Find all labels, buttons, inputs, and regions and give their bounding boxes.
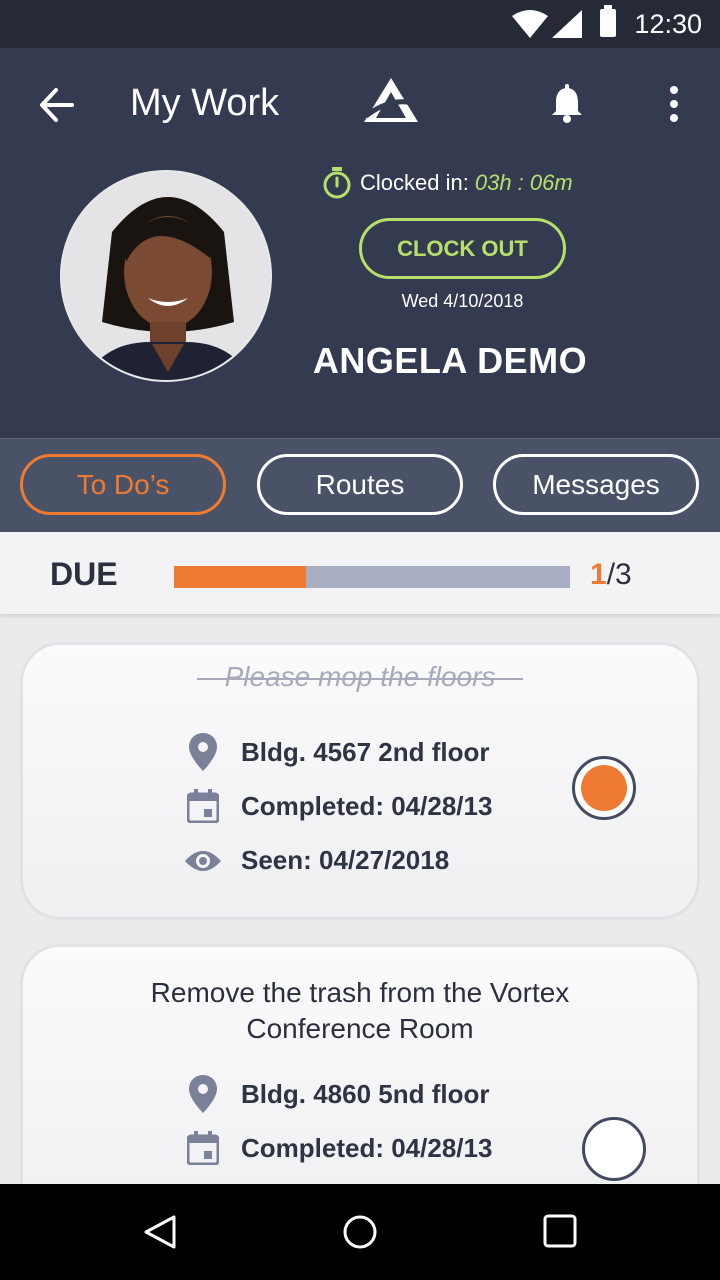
task-list: Please mop the floors Bldg. 4567 2nd flo…: [0, 614, 720, 1184]
logo-icon: [364, 78, 418, 122]
calendar-icon: [187, 789, 219, 823]
bell-icon[interactable]: [550, 84, 584, 124]
due-completed-count: 1: [590, 558, 607, 591]
task-location-text: Bldg. 4567 2nd floor: [241, 736, 490, 767]
avatar[interactable]: [60, 170, 272, 382]
user-name: ANGELA DEMO: [312, 340, 588, 381]
system-nav-bar: [0, 1184, 720, 1280]
task-location: Bldg. 4860 5nd floor: [183, 1075, 490, 1113]
status-bar: 12:30: [0, 0, 720, 48]
status-time: 12:30: [634, 9, 702, 39]
tab-bar: To Do’s Routes Messages: [0, 438, 720, 532]
task-title: Remove the trash from the Vortex Confere…: [23, 975, 697, 1047]
tab-todos[interactable]: To Do’s: [20, 454, 226, 515]
task-card[interactable]: Please mop the floors Bldg. 4567 2nd flo…: [20, 642, 700, 920]
clocked-in-label: Clocked in:: [360, 170, 469, 195]
task-title-line: Remove the trash from the Vortex: [150, 977, 570, 1008]
signal-icon: [552, 10, 582, 38]
due-summary: DUE 1/3: [0, 532, 720, 614]
nav-home-icon[interactable]: [342, 1214, 378, 1250]
task-title-text: Please mop the floors: [196, 659, 524, 695]
more-vert-icon[interactable]: [664, 86, 684, 122]
calendar-icon: [187, 1131, 219, 1165]
avatar-image: [62, 172, 270, 380]
battery-icon: [600, 5, 616, 37]
task-completed-text: Completed: 04/28/13: [241, 790, 493, 821]
due-count: 1/3: [590, 558, 632, 592]
tab-routes[interactable]: Routes: [257, 454, 463, 515]
wifi-icon: [512, 10, 548, 38]
location-pin-icon: [189, 1075, 217, 1113]
task-location-text: Bldg. 4860 5nd floor: [241, 1078, 490, 1109]
timer-icon: [323, 167, 351, 199]
current-date: Wed 4/10/2018: [401, 291, 524, 311]
task-seen-text: Seen: 04/27/2018: [241, 845, 450, 875]
task-seen: Seen: 04/27/2018: [183, 845, 449, 876]
clocked-duration: 03h : 06m: [474, 170, 573, 195]
page-title: My Work: [130, 82, 280, 124]
header: My Work Clocked in: 03h : 06m CLOCK OUT …: [0, 48, 720, 438]
task-title: Please mop the floors: [23, 659, 697, 695]
task-completed: Completed: 04/28/13: [183, 1131, 492, 1165]
back-arrow-icon[interactable]: [36, 86, 74, 124]
clock-out-button[interactable]: CLOCK OUT: [359, 218, 566, 279]
task-location: Bldg. 4567 2nd floor: [183, 733, 490, 771]
task-completed-text: Completed: 04/28/13: [241, 1132, 493, 1163]
nav-recents-icon[interactable]: [543, 1214, 577, 1248]
nav-back-icon[interactable]: [142, 1214, 178, 1250]
task-completed: Completed: 04/28/13: [183, 789, 492, 823]
task-complete-radio[interactable]: [582, 1117, 646, 1181]
due-total-count: /3: [606, 558, 632, 591]
tab-messages[interactable]: Messages: [493, 454, 699, 515]
clocked-in-status: Clocked in: 03h : 06m: [322, 166, 573, 200]
due-progress-bar: [174, 566, 570, 588]
due-progress-fill: [174, 566, 306, 588]
task-title-line: Conference Room: [246, 1013, 474, 1044]
eye-icon: [185, 850, 221, 871]
due-label: DUE: [50, 556, 118, 592]
location-pin-icon: [189, 733, 217, 771]
task-complete-radio[interactable]: [572, 756, 636, 820]
task-card[interactable]: Remove the trash from the Vortex Confere…: [20, 944, 700, 1184]
